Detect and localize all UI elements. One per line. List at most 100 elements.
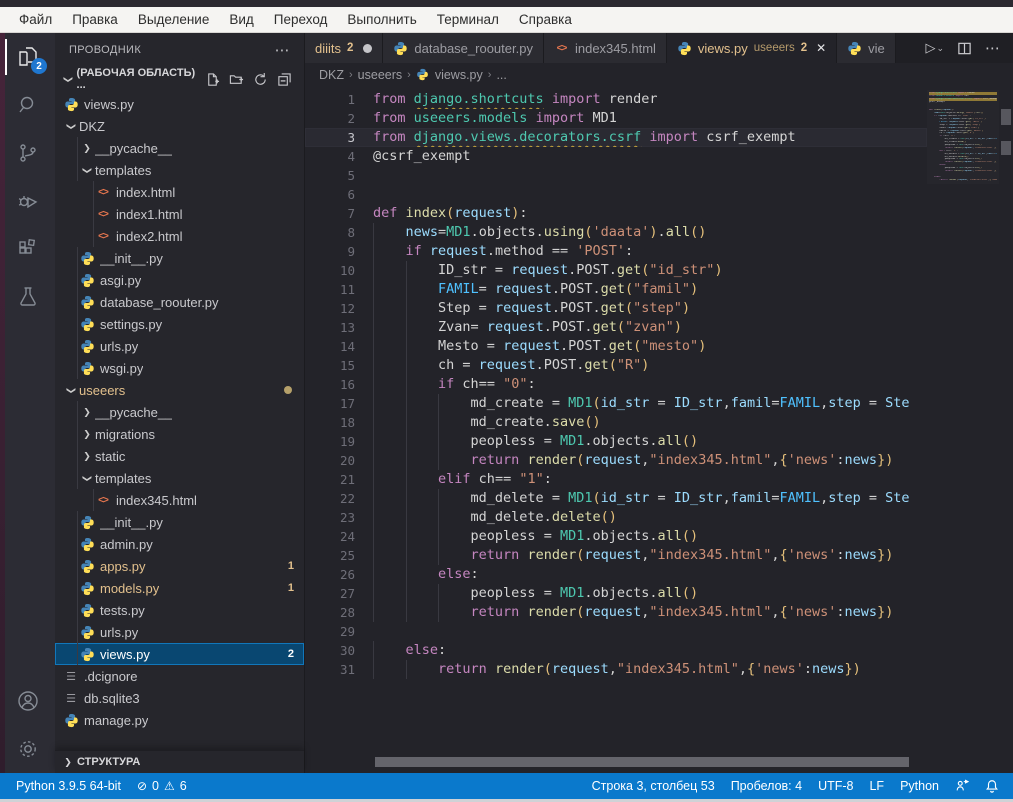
run-python-file-button[interactable]: ▷⌄	[925, 40, 944, 56]
feedback-icon[interactable]	[947, 773, 977, 799]
code-line-12[interactable]: 12 Step = request.POST.get("step")	[305, 299, 927, 318]
tree-item-apps-py[interactable]: apps.py1	[55, 555, 304, 577]
breadcrumb-item[interactable]: views.py	[435, 68, 483, 82]
tree-item-database-roouter-py[interactable]: database_roouter.py	[55, 291, 304, 313]
tree-item--init-py[interactable]: __init__.py	[55, 247, 304, 269]
code-line-21[interactable]: 21 elif ch== "1":	[305, 470, 927, 489]
code-line-5[interactable]: 5	[305, 166, 927, 185]
tree-item-index345-html[interactable]: <>index345.html	[55, 489, 304, 511]
code-line-25[interactable]: 25 return render(request,"index345.html"…	[305, 546, 927, 565]
tree-item-static[interactable]: ❯static	[55, 445, 304, 467]
horizontal-scrollbar[interactable]	[375, 757, 909, 767]
indentation-indicator[interactable]: Пробелов: 4	[723, 773, 810, 799]
code-line-18[interactable]: 18 md_create.save()	[305, 413, 927, 432]
python-version-indicator[interactable]: Python 3.9.5 64-bit	[8, 773, 129, 799]
code-editor[interactable]: 1from django.shortcuts import render2fro…	[305, 87, 1013, 773]
code-line-10[interactable]: 10 ID_str = request.POST.get("id_str")	[305, 261, 927, 280]
refresh-icon[interactable]	[253, 72, 268, 87]
code-line-8[interactable]: 8 news=MD1.objects.using('daata').all()	[305, 223, 927, 242]
code-line-28[interactable]: 28 return render(request,"index345.html"…	[305, 603, 927, 622]
menu-item-вид[interactable]: Вид	[220, 9, 262, 30]
menu-item-правка[interactable]: Правка	[63, 9, 127, 30]
code-line-14[interactable]: 14 Mesto = request.POST.get("mesto")	[305, 337, 927, 356]
code-line-9[interactable]: 9 if request.method == 'POST':	[305, 242, 927, 261]
code-line-19[interactable]: 19 peopless = MD1.objects.all()	[305, 432, 927, 451]
code-line-22[interactable]: 22 md_delete = MD1(id_str = ID_str,famil…	[305, 489, 927, 508]
extensions-icon[interactable]	[0, 225, 55, 273]
code-line-13[interactable]: 13 Zvan= request.POST.get("zvan")	[305, 318, 927, 337]
tree-item-dkz[interactable]: ❯DKZ	[55, 115, 304, 137]
collapse-folders-icon[interactable]	[277, 72, 292, 87]
code-line-6[interactable]: 6	[305, 185, 927, 204]
tab-vie[interactable]: vie	[837, 33, 896, 63]
code-line-4[interactable]: 4@csrf_exempt	[305, 147, 927, 166]
language-mode-indicator[interactable]: Python	[892, 773, 947, 799]
tree-item-urls-py[interactable]: urls.py	[55, 621, 304, 643]
code-line-24[interactable]: 24 peopless = MD1.objects.all()	[305, 527, 927, 546]
encoding-indicator[interactable]: UTF-8	[810, 773, 861, 799]
outline-section-header[interactable]: ❯ СТРУКТУРА	[55, 750, 304, 773]
tree-item--init-py[interactable]: __init__.py	[55, 511, 304, 533]
close-icon[interactable]: ✕	[816, 41, 826, 55]
tree-item--dcignore[interactable]: ☰.dcignore	[55, 665, 304, 687]
tree-item-admin-py[interactable]: admin.py	[55, 533, 304, 555]
tree-item-views-py[interactable]: views.py	[55, 93, 304, 115]
tree-item-asgi-py[interactable]: asgi.py	[55, 269, 304, 291]
menu-item-переход[interactable]: Переход	[265, 9, 337, 30]
more-actions-icon[interactable]: ⋯	[985, 39, 1001, 57]
testing-icon[interactable]	[0, 273, 55, 321]
code-line-15[interactable]: 15 ch = request.POST.get("R")	[305, 356, 927, 375]
tree-item-useeers[interactable]: ❯useeers	[55, 379, 304, 401]
breadcrumb-item[interactable]: DKZ	[319, 68, 344, 82]
menu-item-терминал[interactable]: Терминал	[428, 9, 508, 30]
tab-views-py[interactable]: views.pyuseeers2✕	[667, 33, 837, 63]
split-editor-icon[interactable]	[957, 41, 972, 56]
tree-item-views-py[interactable]: views.py2	[55, 643, 304, 665]
problems-indicator[interactable]: ⊘ 0 ⚠︎ 6	[129, 773, 195, 799]
code-line-31[interactable]: 31 return render(request,"index345.html"…	[305, 660, 927, 679]
search-icon[interactable]	[0, 81, 55, 129]
tree-item--pycache-[interactable]: ❯__pycache__	[55, 401, 304, 423]
tree-item-urls-py[interactable]: urls.py	[55, 335, 304, 357]
code-line-23[interactable]: 23 md_delete.delete()	[305, 508, 927, 527]
eol-indicator[interactable]: LF	[861, 773, 892, 799]
code-line-17[interactable]: 17 md_create = MD1(id_str = ID_str,famil…	[305, 394, 927, 413]
code-line-2[interactable]: 2from useeers.models import MD1	[305, 109, 927, 128]
menu-item-выделение[interactable]: Выделение	[129, 9, 219, 30]
tree-item-tests-py[interactable]: tests.py	[55, 599, 304, 621]
tree-item-index-html[interactable]: <>index.html	[55, 181, 304, 203]
tree-item-templates[interactable]: ❯templates	[55, 467, 304, 489]
tree-item-index2-html[interactable]: <>index2.html	[55, 225, 304, 247]
account-icon[interactable]	[0, 677, 55, 725]
minimap[interactable]: from django.shortcuts import renderfrom …	[927, 90, 999, 184]
explorer-icon[interactable]: 2	[0, 33, 55, 81]
tab-database-roouter-py[interactable]: database_roouter.py	[383, 33, 544, 63]
settings-gear-icon[interactable]	[0, 725, 55, 773]
breadcrumb-item[interactable]: ...	[496, 68, 506, 82]
sidebar-more-actions-icon[interactable]: ⋯	[275, 41, 290, 59]
vertical-scrollbar[interactable]	[999, 87, 1013, 773]
tree-item-models-py[interactable]: models.py1	[55, 577, 304, 599]
code-line-20[interactable]: 20 return render(request,"index345.html"…	[305, 451, 927, 470]
run-debug-icon[interactable]	[0, 177, 55, 225]
code-line-26[interactable]: 26 else:	[305, 565, 927, 584]
code-line-1[interactable]: 1from django.shortcuts import render	[305, 90, 927, 109]
workspace-section-header[interactable]: ❯ (РАБОЧАЯ ОБЛАСТЬ) ...	[55, 67, 304, 91]
tab-index345-html[interactable]: <>index345.html	[544, 33, 667, 63]
tree-item-index1-html[interactable]: <>index1.html	[55, 203, 304, 225]
cursor-position-indicator[interactable]: Строка 3, столбец 53	[584, 773, 723, 799]
tree-item--pycache-[interactable]: ❯__pycache__	[55, 137, 304, 159]
tree-item-manage-py[interactable]: manage.py	[55, 709, 304, 731]
code-line-3[interactable]: 3from django.views.decorators.csrf impor…	[305, 128, 927, 147]
breadcrumb[interactable]: DKZ›useeers›views.py›...	[305, 63, 1013, 87]
code-line-30[interactable]: 30 else:	[305, 641, 927, 660]
new-folder-icon[interactable]	[229, 72, 244, 87]
new-file-icon[interactable]	[205, 72, 220, 87]
notifications-bell-icon[interactable]	[977, 773, 1007, 799]
tree-item-settings-py[interactable]: settings.py	[55, 313, 304, 335]
tree-item-templates[interactable]: ❯templates	[55, 159, 304, 181]
code-line-11[interactable]: 11 FAMIL= request.POST.get("famil")	[305, 280, 927, 299]
breadcrumb-item[interactable]: useeers	[358, 68, 402, 82]
tree-item-migrations[interactable]: ❯migrations	[55, 423, 304, 445]
source-control-icon[interactable]	[0, 129, 55, 177]
